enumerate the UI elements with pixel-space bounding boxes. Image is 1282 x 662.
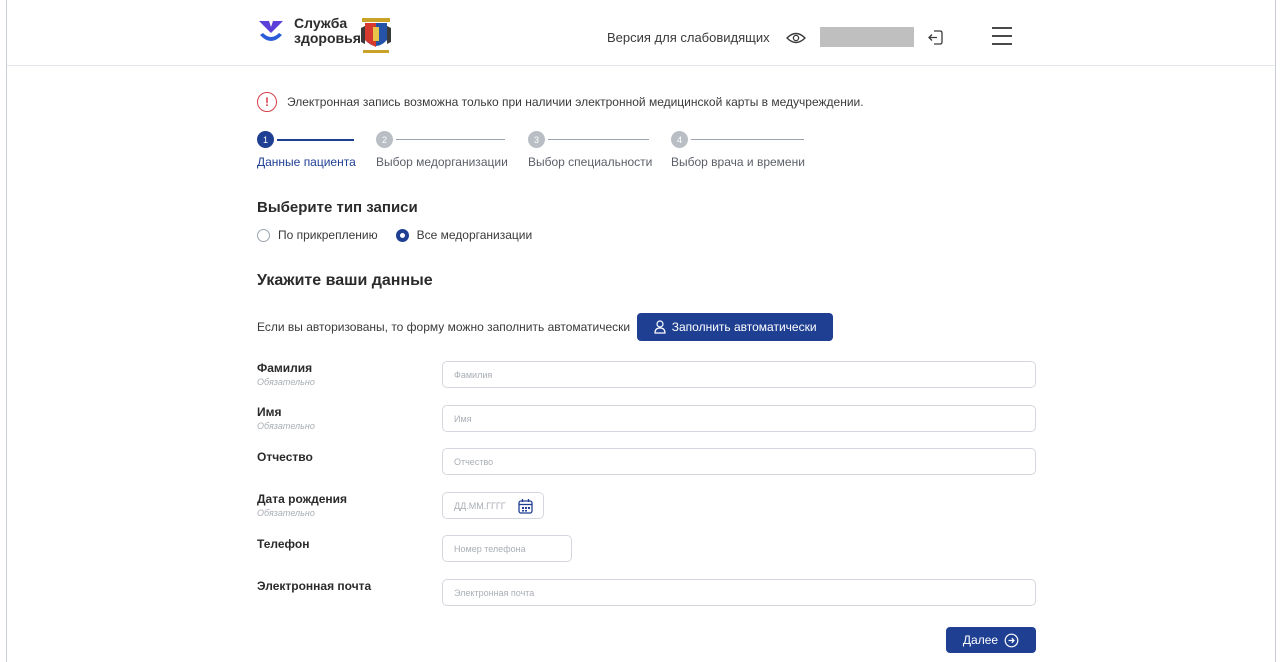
firstname-required-note: Обязательно — [257, 421, 315, 431]
menu-line — [992, 27, 1012, 29]
booking-stepper: 1 Данные пациента 2 Выбор медорганизации… — [257, 131, 817, 171]
site-header: Служба здоровья Версия для слабовидящих — [7, 0, 1275, 66]
firstname-label: Имя — [257, 405, 282, 419]
phone-placeholder: Номер телефона — [454, 544, 526, 554]
step-2-line — [396, 139, 505, 140]
autofill-button-label: Заполнить автоматически — [671, 320, 817, 334]
phone-label: Телефон — [257, 537, 310, 551]
user-name-redacted[interactable] — [820, 27, 914, 47]
email-label: Электронная почта — [257, 579, 372, 593]
step-4-line — [691, 139, 804, 140]
email-input[interactable]: Электронная почта — [442, 579, 1036, 606]
menu-icon[interactable] — [992, 27, 1012, 45]
radio-attachment-label[interactable]: По прикреплению — [278, 228, 378, 242]
lastname-placeholder: Фамилия — [454, 370, 493, 380]
patronymic-label: Отчество — [257, 450, 313, 464]
birthdate-required-note: Обязательно — [257, 508, 315, 518]
page-border-right — [1275, 0, 1276, 662]
step-4-dot[interactable]: 4 — [671, 131, 688, 148]
next-button-label: Далее — [962, 633, 999, 647]
birthdate-input[interactable]: ДД.ММ.ГГГГ — [442, 492, 544, 519]
autofill-button[interactable]: Заполнить автоматически — [637, 313, 834, 341]
step-2-dot[interactable]: 2 — [376, 131, 393, 148]
low-vision-label: Версия для слабовидящих — [607, 30, 770, 45]
lastname-input[interactable]: Фамилия — [442, 361, 1036, 388]
user-icon — [654, 320, 666, 334]
radio-all-orgs-label[interactable]: Все медорганизации — [417, 228, 533, 242]
coat-of-arms-icon — [361, 18, 391, 53]
radio-all-orgs[interactable] — [395, 228, 409, 242]
step-1-line — [277, 139, 354, 141]
record-type-title: Выберите тип записи — [257, 199, 418, 216]
menu-line — [992, 43, 1012, 45]
low-vision-toggle[interactable]: Версия для слабовидящих — [607, 30, 806, 45]
step-4-label[interactable]: Выбор врача и времени — [671, 155, 805, 169]
autofill-row: Если вы авторизованы, то форму можно зап… — [257, 313, 834, 341]
radio-attachment[interactable] — [257, 228, 270, 242]
patronymic-input[interactable]: Отчество — [442, 448, 1036, 475]
emr-notice: ! Электронная запись возможна только при… — [257, 92, 864, 112]
heart-logo-icon — [259, 21, 283, 41]
phone-input[interactable]: Номер телефона — [442, 535, 572, 562]
menu-line — [992, 35, 1012, 37]
birthdate-placeholder: ДД.ММ.ГГГГ — [454, 501, 506, 511]
brand-text: Служба здоровья — [294, 16, 361, 46]
lastname-required-note: Обязательно — [257, 377, 315, 387]
arrow-right-circle-icon — [1004, 633, 1019, 647]
firstname-input[interactable]: Имя — [442, 405, 1036, 432]
brand-logo[interactable]: Служба здоровья — [257, 16, 361, 46]
patronymic-placeholder: Отчество — [454, 457, 494, 467]
step-3-dot[interactable]: 3 — [528, 131, 545, 148]
brand-line-2: здоровья — [294, 30, 361, 46]
firstname-placeholder: Имя — [454, 414, 472, 424]
step-2-label[interactable]: Выбор медорганизации — [376, 155, 508, 169]
autofill-hint: Если вы авторизованы, то форму можно зап… — [257, 320, 631, 334]
step-1-label[interactable]: Данные пациента — [257, 155, 356, 169]
record-type-radio-group: По прикреплению Все медорганизации — [257, 228, 550, 242]
step-3-line — [548, 139, 649, 140]
page-border-left — [6, 0, 7, 662]
brand-line-1: Служба — [294, 15, 348, 31]
patient-data-title: Укажите ваши данные — [257, 272, 433, 289]
alert-icon: ! — [257, 92, 277, 112]
lastname-label: Фамилия — [257, 361, 313, 375]
email-placeholder: Электронная почта — [454, 588, 535, 598]
birthdate-label: Дата рождения — [257, 492, 348, 506]
step-3-label[interactable]: Выбор специальности — [528, 155, 652, 169]
calendar-icon[interactable] — [518, 498, 533, 514]
next-button[interactable]: Далее — [946, 627, 1036, 653]
step-1-dot[interactable]: 1 — [257, 131, 274, 148]
eye-icon — [785, 32, 806, 43]
emr-notice-text: Электронная запись возможна только при н… — [287, 95, 864, 109]
logout-icon[interactable] — [927, 29, 944, 46]
